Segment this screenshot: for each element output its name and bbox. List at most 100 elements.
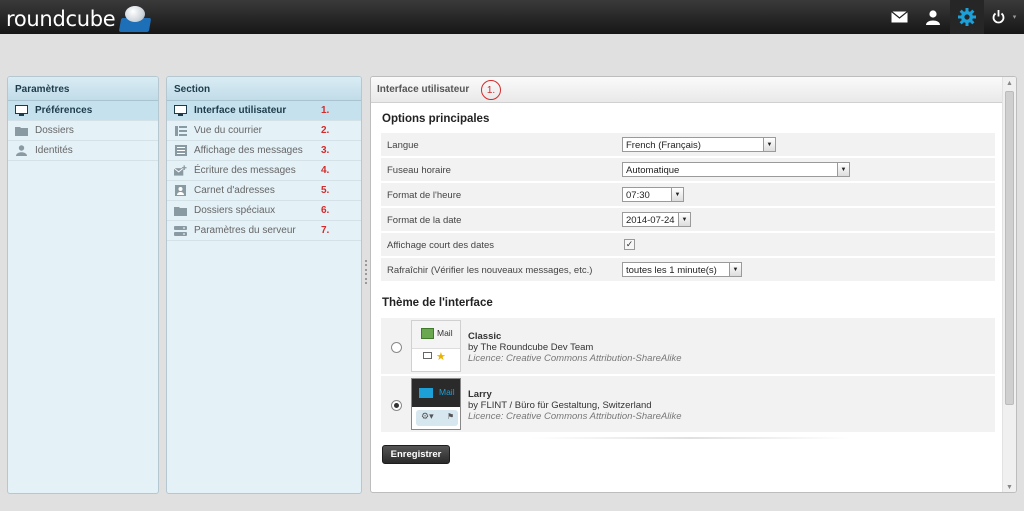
settings-item-label: Dossiers [35, 125, 74, 136]
option-label: Format de la date [387, 215, 462, 226]
footer-divider [531, 437, 851, 439]
dropdown-arrow-icon: ▼ [729, 263, 741, 276]
theme-license: Licence: Creative Commons Attribution-Sh… [468, 411, 682, 422]
section-item-number: 1. [321, 105, 330, 116]
gear-icon: ⚙▾ [421, 411, 434, 421]
option-row-refresh: Rafraîchir (Vérifier les nouveaux messag… [381, 258, 995, 282]
option-label: Rafraîchir (Vérifier les nouveaux messag… [387, 265, 593, 276]
mail-icon [890, 11, 908, 23]
content-header: Interface utilisateur 1. [371, 77, 1016, 103]
theme-name: Larry [468, 389, 492, 400]
monitor-icon [15, 105, 28, 116]
section-item-label: Affichage des messages [194, 145, 303, 156]
theme-author: by The Roundcube Dev Team [468, 342, 594, 353]
preferences-content: Interface utilisateur 1. Options princip… [370, 76, 1017, 493]
addressbook-icon [174, 185, 187, 196]
theme-radio-larry[interactable] [391, 400, 402, 411]
save-button[interactable]: Enregistrer [382, 445, 450, 464]
settings-panel-title: Paramètres [8, 77, 158, 101]
theme-info-classic: Classic by The Roundcube Dev Team Licenc… [468, 331, 682, 364]
option-label: Affichage court des dates [387, 240, 495, 251]
flag-icon: ⚑ [447, 412, 455, 421]
content-title: Interface utilisateur [377, 84, 470, 95]
top-bar: roundcube ▾ [0, 0, 1024, 34]
theme-info-larry: Larry by FLINT / Büro für Gestaltung, Sw… [468, 389, 682, 422]
theme-license: Licence: Creative Commons Attribution-Sh… [468, 353, 682, 364]
server-icon [174, 225, 187, 236]
settings-item-folders[interactable]: Dossiers [8, 121, 158, 141]
folder-icon [15, 125, 28, 136]
section-item-user-interface[interactable]: Interface utilisateur 1. [167, 101, 361, 121]
scroll-up-icon[interactable]: ▲ [1003, 77, 1016, 90]
user-icon [926, 9, 940, 25]
chevron-down-icon: ▾ [1012, 14, 1017, 21]
list-icon [174, 125, 187, 136]
section-item-number: 3. [321, 145, 330, 156]
annotation-badge: 1. [481, 80, 501, 100]
section-item-mailview[interactable]: Vue du courrier 2. [167, 121, 361, 141]
option-row-time-format: Format de l'heure 07:30 ▼ [381, 183, 995, 207]
dropdown-arrow-icon: ▼ [763, 138, 775, 151]
section-item-number: 7. [321, 225, 330, 236]
theme-author: by FLINT / Büro für Gestaltung, Switzerl… [468, 400, 652, 411]
star-icon: ★ [436, 351, 446, 363]
option-row-date-format: Format de la date 2014-07-24 ▼ [381, 208, 995, 232]
theme-option-classic[interactable]: Mail ★ Classic by The Roundcube Dev Team… [381, 318, 995, 374]
mail-button[interactable] [882, 0, 916, 34]
theme-thumbnail-classic: Mail ★ [411, 320, 461, 372]
theme-option-larry[interactable]: Mail ⚙▾ ⚑ Larry by FLINT / Büro für Gest… [381, 376, 995, 432]
option-row-timezone: Fuseau horaire Automatique ▼ [381, 158, 995, 182]
monitor-icon [174, 105, 187, 116]
section-item-addressbook[interactable]: Carnet d'adresses 5. [167, 181, 361, 201]
section-item-message-display[interactable]: Affichage des messages 3. [167, 141, 361, 161]
settings-item-identities[interactable]: Identités [8, 141, 158, 161]
folder-icon [174, 205, 187, 216]
language-select[interactable]: French (Français) ▼ [622, 137, 776, 152]
section-item-label: Carnet d'adresses [194, 185, 275, 196]
settings-item-preferences[interactable]: Préférences [8, 101, 158, 121]
option-label: Fuseau horaire [387, 165, 451, 176]
option-row-short-dates: Affichage court des dates ✓ [381, 233, 995, 257]
theme-radio-classic[interactable] [391, 342, 402, 353]
compose-icon [174, 165, 187, 176]
gear-icon [958, 8, 976, 26]
refresh-interval-select[interactable]: toutes les 1 minute(s) ▼ [622, 262, 742, 277]
panel-splitter[interactable] [363, 260, 368, 284]
section-item-label: Paramètres du serveur [194, 225, 296, 236]
section-item-number: 6. [321, 205, 330, 216]
scrollbar-thumb[interactable] [1005, 91, 1014, 405]
section-item-number: 2. [321, 125, 330, 136]
message-icon [174, 145, 187, 156]
date-format-select[interactable]: 2014-07-24 ▼ [622, 212, 691, 227]
settings-item-label: Identités [35, 145, 73, 156]
content-scrollbar[interactable]: ▲ ▼ [1002, 77, 1016, 492]
section-item-label: Écriture des messages [194, 165, 296, 176]
section-item-label: Interface utilisateur [194, 105, 287, 116]
roundcube-logo-icon [117, 4, 153, 34]
contacts-button[interactable] [916, 0, 950, 34]
mail-icon [421, 328, 434, 339]
scroll-down-icon[interactable]: ▼ [1003, 481, 1016, 492]
logout-button[interactable]: ▾ [984, 0, 1024, 34]
app-logo[interactable]: roundcube [6, 4, 153, 34]
option-label: Format de l'heure [387, 190, 462, 201]
short-dates-checkbox[interactable]: ✓ [624, 239, 635, 250]
power-icon [992, 10, 1005, 24]
section-item-label: Vue du courrier [194, 125, 262, 136]
dropdown-arrow-icon: ▼ [671, 188, 683, 201]
select-value: 2014-07-24 [626, 215, 675, 226]
section-item-compose[interactable]: Écriture des messages 4. [167, 161, 361, 181]
section-item-server-settings[interactable]: Paramètres du serveur 7. [167, 221, 361, 241]
select-value: toutes les 1 minute(s) [626, 265, 717, 276]
timezone-select[interactable]: Automatique ▼ [622, 162, 850, 177]
top-nav: ▾ [882, 0, 1024, 34]
app-name: roundcube [6, 7, 116, 31]
settings-button[interactable] [950, 0, 984, 34]
mail-icon [419, 388, 433, 398]
time-format-select[interactable]: 07:30 ▼ [622, 187, 684, 202]
thumb-label: Mail [437, 328, 453, 338]
dropdown-arrow-icon: ▼ [678, 213, 690, 226]
section-item-special-folders[interactable]: Dossiers spéciaux 6. [167, 201, 361, 221]
main-options-title: Options principales [382, 113, 490, 125]
thumb-label: Mail [439, 387, 455, 397]
